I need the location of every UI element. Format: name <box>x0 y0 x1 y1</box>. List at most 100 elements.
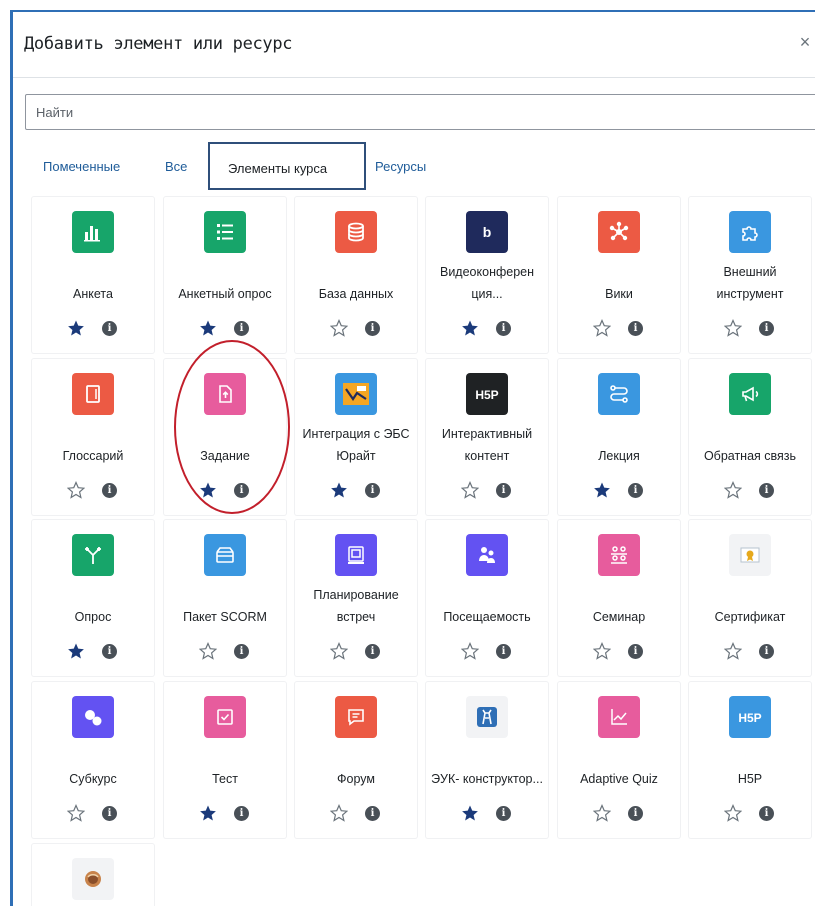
activity-card[interactable]: Субкурс i <box>32 682 154 838</box>
info-icon[interactable]: i <box>234 806 249 821</box>
activity-name: Посещаемость <box>443 610 531 624</box>
info-icon[interactable]: i <box>628 806 643 821</box>
star-outline-icon[interactable] <box>329 641 349 660</box>
star-outline-icon[interactable] <box>723 480 743 499</box>
svg-text:H5P: H5P <box>738 711 761 725</box>
info-icon[interactable]: i <box>496 321 511 336</box>
info-icon[interactable]: i <box>759 644 774 659</box>
tab-bar: Помеченные Все Элементы курса Ресурсы <box>13 142 815 192</box>
star-outline-icon[interactable] <box>66 803 86 822</box>
info-icon[interactable]: i <box>628 321 643 336</box>
info-icon[interactable]: i <box>102 644 117 659</box>
tab-starred[interactable]: Помеченные <box>43 142 143 190</box>
activity-card[interactable]: Опрос i <box>32 520 154 676</box>
activity-card[interactable]: Планирование встреч i <box>295 520 417 676</box>
database-icon <box>335 211 377 253</box>
activity-card[interactable]: Задание i <box>164 359 286 515</box>
activity-name: Глоссарий <box>62 449 124 463</box>
tab-activities[interactable]: Элементы курса <box>208 142 366 190</box>
info-icon[interactable]: i <box>234 483 249 498</box>
activity-card[interactable]: Внешний инструмент i <box>689 197 811 353</box>
info-icon[interactable]: i <box>628 644 643 659</box>
activity-card[interactable]: Глоссарий i <box>32 359 154 515</box>
info-icon[interactable]: i <box>102 806 117 821</box>
info-icon[interactable]: i <box>759 321 774 336</box>
star-filled-icon[interactable] <box>593 481 611 499</box>
star-outline-icon[interactable] <box>592 318 612 337</box>
activity-card[interactable]: Интеграция с ЭБС Юрайт i <box>295 359 417 515</box>
star-filled-icon[interactable] <box>67 319 85 337</box>
wiki-icon <box>598 211 640 253</box>
choice-icon <box>72 534 114 576</box>
activity-card[interactable]: Посещаемость i <box>426 520 548 676</box>
star-filled-icon[interactable] <box>67 642 85 660</box>
puzzle-icon <box>729 211 771 253</box>
info-icon[interactable]: i <box>365 483 380 498</box>
activity-card[interactable]: H5P Интерактивный контент i <box>426 359 548 515</box>
tab-all[interactable]: Все <box>165 142 195 190</box>
info-icon[interactable]: i <box>496 806 511 821</box>
star-outline-icon[interactable] <box>460 480 480 499</box>
info-icon[interactable]: i <box>365 806 380 821</box>
activity-name: Вики <box>605 287 633 301</box>
activity-card[interactable]: Тест i <box>164 682 286 838</box>
activity-card[interactable]: Adaptive Quiz i <box>558 682 680 838</box>
activity-card[interactable]: Анкетный опрос i <box>164 197 286 353</box>
activity-card[interactable]: Лекция i <box>558 359 680 515</box>
glove-icon <box>72 858 114 900</box>
tab-label: Помеченные <box>43 159 121 174</box>
info-icon[interactable]: i <box>628 483 643 498</box>
activity-card[interactable]: Анкета i <box>32 197 154 353</box>
star-outline-icon[interactable] <box>66 480 86 499</box>
info-icon[interactable]: i <box>102 321 117 336</box>
activity-card[interactable] <box>32 844 154 906</box>
info-icon[interactable]: i <box>365 321 380 336</box>
star-filled-icon[interactable] <box>330 481 348 499</box>
star-filled-icon[interactable] <box>461 804 479 822</box>
star-outline-icon[interactable] <box>592 803 612 822</box>
star-outline-icon[interactable] <box>592 641 612 660</box>
scheduler-icon <box>335 534 377 576</box>
activity-name: H5P <box>737 772 763 786</box>
forum-icon <box>335 696 377 738</box>
activity-card[interactable]: Пакет SCORM i <box>164 520 286 676</box>
info-icon[interactable]: i <box>234 321 249 336</box>
star-outline-icon[interactable] <box>329 803 349 822</box>
activity-name: Субкурс <box>69 772 117 786</box>
star-outline-icon[interactable] <box>329 318 349 337</box>
activity-card[interactable]: Форум i <box>295 682 417 838</box>
star-outline-icon[interactable] <box>460 641 480 660</box>
info-icon[interactable]: i <box>759 806 774 821</box>
star-filled-icon[interactable] <box>199 804 217 822</box>
activity-name: Семинар <box>592 610 646 624</box>
activity-card[interactable]: База данных i <box>295 197 417 353</box>
search-input[interactable] <box>25 94 815 130</box>
star-outline-icon[interactable] <box>723 641 743 660</box>
info-icon[interactable]: i <box>496 483 511 498</box>
star-filled-icon[interactable] <box>199 481 217 499</box>
close-button[interactable]: × <box>795 32 815 53</box>
info-icon[interactable]: i <box>759 483 774 498</box>
activity-card[interactable]: ЭУК- конструктор... i <box>426 682 548 838</box>
info-icon[interactable]: i <box>102 483 117 498</box>
activity-card[interactable]: b Видеоконферен ция... i <box>426 197 548 353</box>
activity-card[interactable]: Вики i <box>558 197 680 353</box>
info-icon[interactable]: i <box>234 644 249 659</box>
star-filled-icon[interactable] <box>199 319 217 337</box>
star-filled-icon[interactable] <box>461 319 479 337</box>
bigbluebutton-icon: b <box>466 211 508 253</box>
info-icon[interactable]: i <box>496 644 511 659</box>
activity-card[interactable]: Сертификат i <box>689 520 811 676</box>
activity-card[interactable]: Обратная связь i <box>689 359 811 515</box>
svg-text:b: b <box>483 224 492 240</box>
activity-name: Форум <box>337 772 375 786</box>
activity-name: Обратная связь <box>703 449 797 463</box>
tab-resources[interactable]: Ресурсы <box>375 142 445 190</box>
star-outline-icon[interactable] <box>198 641 218 660</box>
star-outline-icon[interactable] <box>723 318 743 337</box>
activity-name: Сертификат <box>714 610 786 624</box>
info-icon[interactable]: i <box>365 644 380 659</box>
star-outline-icon[interactable] <box>723 803 743 822</box>
activity-card[interactable]: Семинар i <box>558 520 680 676</box>
activity-card[interactable]: H5P H5P i <box>689 682 811 838</box>
